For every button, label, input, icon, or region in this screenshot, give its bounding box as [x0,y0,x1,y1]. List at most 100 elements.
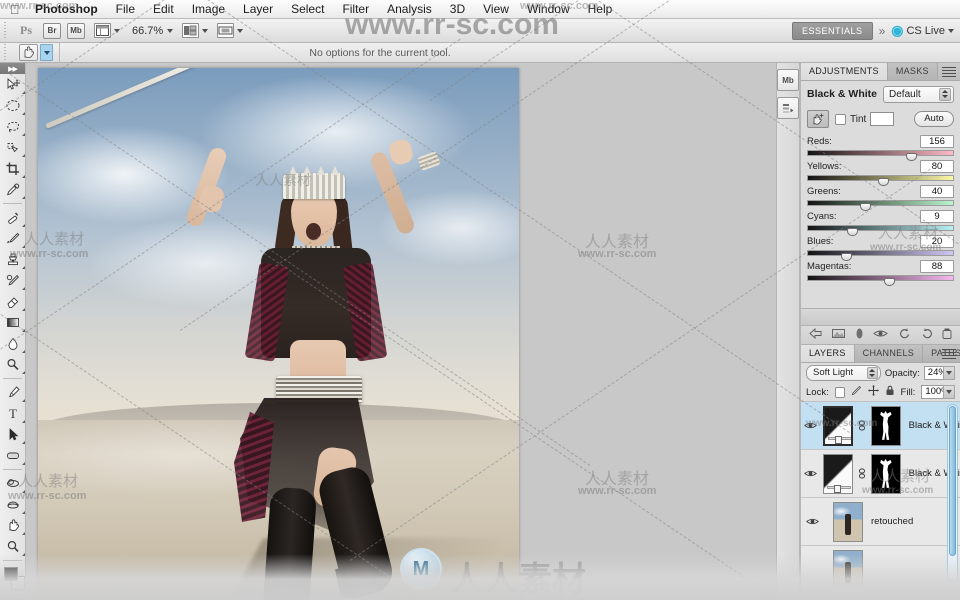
color-swatches[interactable] [0,565,25,599]
table-row[interactable] [801,546,960,587]
layer-mask-link-icon[interactable] [857,420,867,432]
slider-value[interactable]: 80 [920,159,954,173]
table-row[interactable]: Black & Whi... [801,450,960,498]
slider-row[interactable]: Magentas: 88 [807,259,954,286]
layer-mask-thumbnail[interactable] [870,453,901,494]
cs-live-button[interactable]: ◉ CS Live [891,22,954,39]
dodge-tool[interactable] [0,354,26,375]
pen-tool[interactable] [0,382,26,403]
brush-tool[interactable] [0,228,26,249]
return-to-adjustment-list-icon[interactable] [808,327,823,343]
table-row[interactable]: Black & Whi... [801,402,960,450]
crop-tool[interactable] [0,158,26,179]
foreground-color-swatch[interactable] [4,567,18,581]
zoom-chevron-down-icon[interactable] [167,28,174,33]
layer-thumbnail[interactable] [833,501,863,542]
layer-thumbnail[interactable] [822,453,853,494]
3d-rotate-tool[interactable] [0,473,26,494]
rounded-rectangle-tool[interactable] [0,445,26,466]
slider-track[interactable] [807,250,954,256]
slider-row[interactable]: Blues: 20 [807,234,954,261]
menu-item-view[interactable]: View [474,0,518,19]
auto-button[interactable]: Auto [914,111,954,127]
blur-tool[interactable] [0,333,26,354]
tab-channels[interactable]: CHANNELS [854,345,924,362]
clip-to-layer-icon[interactable] [831,327,846,343]
menu-item-edit[interactable]: Edit [144,0,183,19]
menu-item-window[interactable]: Window [518,0,579,19]
undo-icon[interactable] [920,327,933,343]
menu-item-filter[interactable]: Filter [333,0,378,19]
slider-row[interactable]: Reds: 156 [807,134,954,161]
layer-mask-thumbnail[interactable] [870,405,901,446]
slider-track[interactable] [807,150,954,156]
slider-value[interactable]: 20 [920,234,954,248]
menu-item-photoshop[interactable]: Photoshop [26,0,107,19]
apple-logo-icon[interactable]:  [8,2,21,17]
tab-masks[interactable]: MASKS [887,63,938,80]
launch-bridge-icon[interactable]: Br [43,22,61,39]
arrange-documents-menu[interactable] [182,23,209,38]
slider-row[interactable]: Yellows: 80 [807,159,954,186]
eyedropper-tool[interactable] [0,179,26,200]
menu-item-3d[interactable]: 3D [441,0,474,19]
tab-layers[interactable]: LAYERS [801,345,855,362]
panel-menu-icon[interactable] [942,348,956,360]
lock-position-icon[interactable] [867,385,879,399]
menu-item-analysis[interactable]: Analysis [378,0,441,19]
tint-color-swatch[interactable] [870,112,895,126]
zoom-level-value[interactable]: 66.7% [132,25,163,37]
layer-visibility-eye-icon[interactable] [803,468,819,479]
fill-value[interactable]: 100% [921,385,955,399]
slider-value[interactable]: 156 [920,134,954,148]
slider-thumb[interactable] [905,153,917,161]
menu-item-image[interactable]: Image [183,0,234,19]
blend-mode-stepper-icon[interactable] [866,367,878,379]
tab-adjustments[interactable]: ADJUSTMENTS [801,63,888,80]
screen-mode-menu[interactable] [217,23,244,38]
tint-control[interactable]: Tint [835,112,895,126]
launch-mini-bridge-icon[interactable]: Mb [67,22,85,39]
slider-value[interactable]: 40 [920,184,954,198]
preset-stepper-icon[interactable] [939,87,951,101]
history-panel-icon[interactable] [777,97,799,119]
layers-scrollbar-thumb[interactable] [949,406,956,556]
lock-all-icon[interactable] [885,385,895,399]
menu-item-select[interactable]: Select [282,0,333,19]
clone-stamp-tool[interactable] [0,249,26,270]
slider-row[interactable]: Cyans: 9 [807,209,954,236]
elliptical-marquee-tool[interactable] [0,95,26,116]
slider-value[interactable]: 88 [920,259,954,273]
layer-list[interactable]: Black & Whi...Black & Whi... retouched [801,402,960,587]
slider-row[interactable]: Greens: 40 [807,184,954,211]
eraser-tool[interactable] [0,291,26,312]
opacity-value[interactable]: 24% [923,366,955,380]
canvas-area[interactable] [26,63,800,600]
lock-image-pixels-icon[interactable] [851,385,862,399]
lasso-tool[interactable] [0,116,26,137]
gradient-tool[interactable] [0,312,26,333]
fill-chevron-down-icon[interactable] [943,385,955,399]
move-tool[interactable] [0,74,26,95]
zoom-tool[interactable] [0,536,26,557]
path-selection-tool[interactable] [0,424,26,445]
workspace-overflow-icon[interactable]: » [879,24,886,38]
quick-selection-tool[interactable] [0,137,26,158]
layer-mask-link-icon[interactable] [857,468,867,480]
view-extras-menu[interactable] [94,23,120,38]
menu-item-file[interactable]: File [107,0,144,19]
layer-thumbnail[interactable] [833,549,863,587]
toggle-layer-visibility-icon[interactable] [854,327,865,343]
slider-track[interactable] [807,225,954,231]
document-window[interactable] [38,68,519,600]
slider-thumb[interactable] [883,278,895,286]
3d-orbit-tool[interactable] [0,494,26,515]
preview-eye-icon[interactable] [873,327,888,343]
reset-icon[interactable] [897,327,912,343]
history-brush-tool[interactable] [0,270,26,291]
slider-track[interactable] [807,275,954,281]
tools-panel-collapse-handle[interactable]: ▶▶ [0,63,25,74]
preset-dropdown[interactable]: Default [883,85,954,103]
delete-icon[interactable] [941,327,953,343]
slider-track[interactable] [807,200,954,206]
